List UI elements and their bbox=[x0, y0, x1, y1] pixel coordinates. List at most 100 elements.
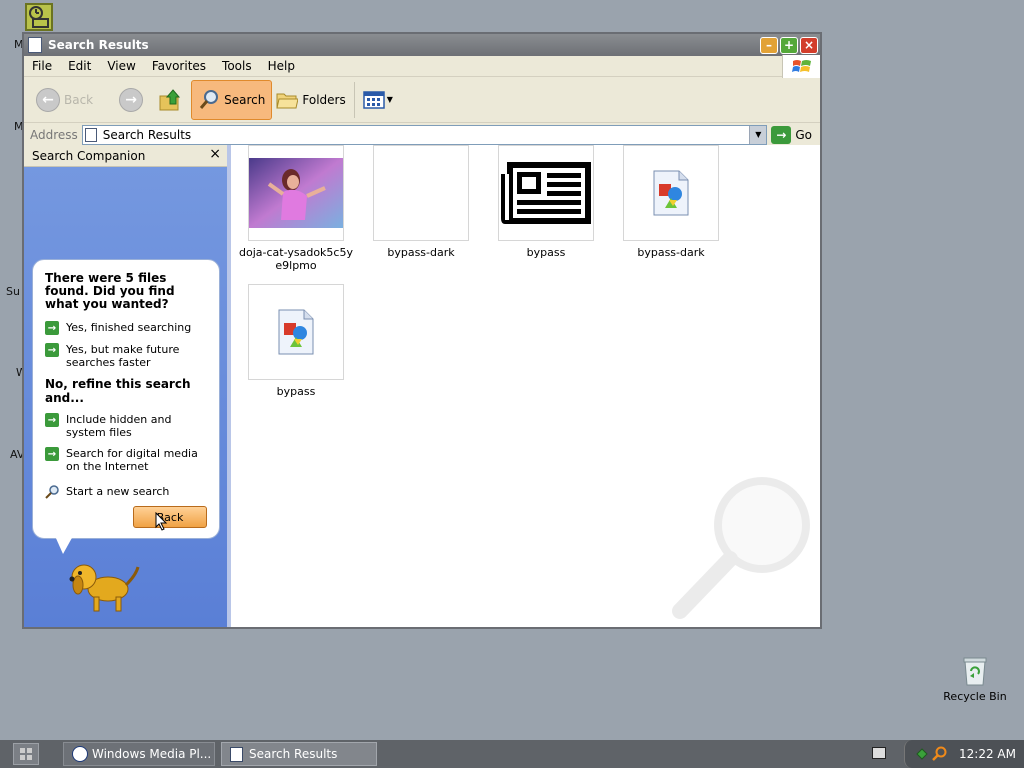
document-icon bbox=[230, 746, 243, 762]
desktop-shortcut-icon[interactable] bbox=[25, 3, 53, 31]
file-thumbnail bbox=[248, 284, 344, 380]
newspaper-icon bbox=[501, 162, 591, 224]
folder-icon bbox=[276, 93, 299, 108]
menu-view[interactable]: View bbox=[99, 59, 143, 73]
file-name: bypass-dark bbox=[387, 246, 455, 259]
file-name: bypass bbox=[526, 246, 566, 259]
results-question: There were 5 files found. Did you find w… bbox=[45, 271, 175, 311]
recycle-bin[interactable]: Recycle Bin bbox=[934, 656, 1016, 703]
mouse-cursor-icon bbox=[155, 512, 168, 531]
yes-finished-link[interactable]: → Yes, finished searching bbox=[45, 321, 209, 335]
forward-arrow-icon: → bbox=[119, 87, 144, 112]
taskbar-search-results-label: Search Results bbox=[249, 747, 338, 761]
taskbar-media-player[interactable]: Windows Media Pl... bbox=[63, 742, 215, 766]
views-dropdown-icon: ▼ bbox=[386, 95, 393, 104]
address-dropdown-icon[interactable]: ▼ bbox=[749, 125, 767, 144]
new-search-label: Start a new search bbox=[66, 485, 170, 498]
menu-tools[interactable]: Tools bbox=[214, 59, 260, 73]
file-item[interactable]: bypass-dark bbox=[361, 145, 481, 259]
views-button[interactable]: ▼ bbox=[359, 80, 397, 120]
hidden-files-label: Include hidden and system files bbox=[66, 413, 172, 439]
hidden-files-link[interactable]: → Include hidden and system files bbox=[45, 413, 209, 439]
image-file-icon bbox=[653, 170, 689, 216]
back-arrow-icon: ← bbox=[36, 87, 60, 112]
watermark-magnifier-icon bbox=[672, 477, 810, 619]
taskbar-media-player-label: Windows Media Pl... bbox=[92, 747, 212, 761]
media-player-icon bbox=[72, 746, 88, 762]
forward-button[interactable]: → bbox=[115, 80, 147, 120]
search-tray-icon[interactable] bbox=[931, 746, 947, 762]
green-arrow-icon: → bbox=[45, 343, 59, 357]
image-file-icon bbox=[278, 309, 314, 355]
keyboard-icon[interactable] bbox=[872, 747, 886, 759]
taskbar-search-results[interactable]: Search Results bbox=[221, 742, 377, 766]
new-search-link[interactable]: Start a new search bbox=[45, 485, 209, 499]
menu-favorites[interactable]: Favorites bbox=[144, 59, 214, 73]
file-thumbnail bbox=[248, 145, 344, 241]
digital-media-label: Search for digital media on the Internet bbox=[66, 447, 198, 473]
taskbar: Windows Media Pl... Search Results 12:22… bbox=[0, 740, 1024, 768]
search-toolbar-button[interactable]: Search bbox=[191, 79, 273, 120]
up-folder-button[interactable] bbox=[153, 80, 187, 120]
yes-faster-link[interactable]: → Yes, but make future searches faster bbox=[45, 343, 209, 369]
file-item[interactable]: bypass bbox=[486, 145, 606, 259]
window-title: Search Results bbox=[48, 38, 149, 52]
address-field[interactable]: Search Results ▼ bbox=[81, 124, 768, 145]
search-dog-icon[interactable] bbox=[64, 545, 142, 617]
file-item[interactable]: doja-cat-ysadok5c5ye9lpmo bbox=[236, 145, 356, 272]
start-button[interactable] bbox=[13, 743, 39, 765]
menu-file[interactable]: File bbox=[24, 59, 60, 73]
menu-bar: File Edit View Favorites Tools Help bbox=[24, 55, 820, 78]
magnifier-icon bbox=[45, 485, 59, 499]
back-button[interactable]: ← Back bbox=[32, 80, 97, 120]
back-label: Back bbox=[64, 92, 94, 107]
up-folder-icon bbox=[159, 88, 181, 110]
file-item[interactable]: bypass-dark bbox=[611, 145, 731, 259]
folders-button[interactable]: Folders bbox=[272, 80, 349, 120]
yes-finished-label: Yes, finished searching bbox=[66, 321, 192, 334]
photo-thumbnail-icon bbox=[249, 158, 343, 228]
go-arrow-icon: → bbox=[771, 125, 792, 144]
address-document-icon bbox=[84, 127, 97, 142]
green-arrow-icon: → bbox=[45, 447, 59, 461]
search-companion-header: Search Companion × bbox=[24, 145, 227, 167]
go-button[interactable]: → Go bbox=[767, 125, 820, 144]
views-icon bbox=[362, 90, 385, 109]
search-companion-pane: Search Companion × There were 5 files fo… bbox=[24, 145, 227, 627]
close-button[interactable]: × bbox=[800, 36, 818, 54]
search-companion-title: Search Companion bbox=[32, 148, 146, 163]
system-tray: 12:22 AM bbox=[904, 740, 1024, 768]
minimize-button[interactable]: – bbox=[760, 36, 778, 54]
go-label: Go bbox=[795, 127, 812, 142]
file-thumbnail bbox=[623, 145, 719, 241]
window-content: Search Companion × There were 5 files fo… bbox=[24, 145, 820, 627]
file-thumbnail bbox=[498, 145, 594, 241]
menu-help[interactable]: Help bbox=[260, 59, 303, 73]
network-icon[interactable] bbox=[915, 747, 929, 761]
refine-heading: No, refine this search and... bbox=[45, 377, 191, 405]
folders-label: Folders bbox=[302, 92, 346, 107]
file-name: bypass-dark bbox=[637, 246, 705, 259]
close-pane-icon[interactable]: × bbox=[209, 146, 221, 162]
yes-faster-label: Yes, but make future searches faster bbox=[66, 343, 180, 369]
title-bar[interactable]: Search Results – + × bbox=[24, 34, 820, 56]
recycle-bin-label: Recycle Bin bbox=[943, 690, 1007, 703]
window-document-icon bbox=[28, 37, 42, 53]
maximize-button[interactable]: + bbox=[780, 36, 798, 54]
toolbar: ← Back → Search Folders ▼ bbox=[24, 77, 820, 123]
address-bar: Address Search Results ▼ → Go bbox=[24, 123, 820, 147]
file-item[interactable]: bypass bbox=[236, 284, 356, 398]
back-companion-button[interactable]: Back bbox=[133, 506, 207, 528]
digital-media-link[interactable]: → Search for digital media on the Intern… bbox=[45, 447, 209, 473]
address-label: Address bbox=[30, 127, 78, 142]
green-arrow-icon: → bbox=[45, 321, 59, 335]
desktop-label-fragment: Su bbox=[6, 285, 20, 298]
windows-logo-icon bbox=[782, 55, 820, 78]
search-results-window: Search Results – + × File Edit View Favo… bbox=[22, 32, 822, 629]
search-icon bbox=[200, 89, 219, 109]
file-name: doja-cat-ysadok5c5ye9lpmo bbox=[239, 246, 353, 272]
file-thumbnail bbox=[373, 145, 469, 241]
menu-edit[interactable]: Edit bbox=[60, 59, 99, 73]
green-arrow-icon: → bbox=[45, 413, 59, 427]
address-value: Search Results bbox=[102, 127, 192, 142]
